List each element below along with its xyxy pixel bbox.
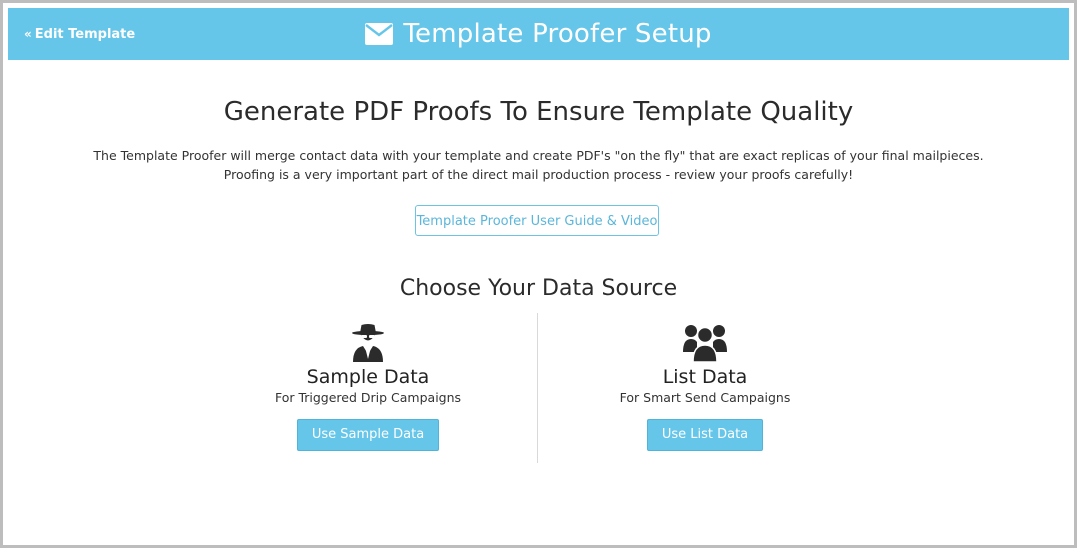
sample-data-title: Sample Data (306, 366, 430, 388)
main-content: Generate PDF Proofs To Ensure Template Q… (3, 60, 1074, 545)
list-data-title: List Data (662, 366, 748, 388)
header-title-group: Template Proofer Setup (8, 8, 1069, 60)
use-sample-data-button[interactable]: Use Sample Data (296, 419, 440, 451)
column-divider (537, 313, 538, 463)
envelope-icon (365, 23, 394, 45)
intro-text: The Template Proofer will merge contact … (3, 146, 1074, 184)
headline: Generate PDF Proofs To Ensure Template Q… (223, 97, 854, 127)
header-bar: «Edit Template Template Proofer Setup (8, 8, 1069, 60)
intro-line-2: Proofing is a very important part of the… (223, 167, 854, 182)
use-list-data-button[interactable]: Use List Data (646, 419, 764, 451)
intro-line-1: The Template Proofer will merge contact … (93, 148, 984, 163)
sample-data-option: Sample Data For Triggered Drip Campaigns… (218, 322, 518, 451)
page-title: Template Proofer Setup (403, 19, 712, 49)
choose-data-source-heading: Choose Your Data Source (399, 276, 678, 301)
spy-icon (218, 322, 518, 362)
list-data-option: List Data For Smart Send Campaigns Use L… (555, 322, 855, 451)
list-data-subtitle: For Smart Send Campaigns (619, 390, 791, 405)
sample-data-subtitle: For Triggered Drip Campaigns (274, 390, 462, 405)
app-frame: «Edit Template Template Proofer Setup Ge… (3, 3, 1074, 545)
user-guide-button[interactable]: Template Proofer User Guide & Video (415, 205, 659, 236)
users-icon (555, 322, 855, 362)
